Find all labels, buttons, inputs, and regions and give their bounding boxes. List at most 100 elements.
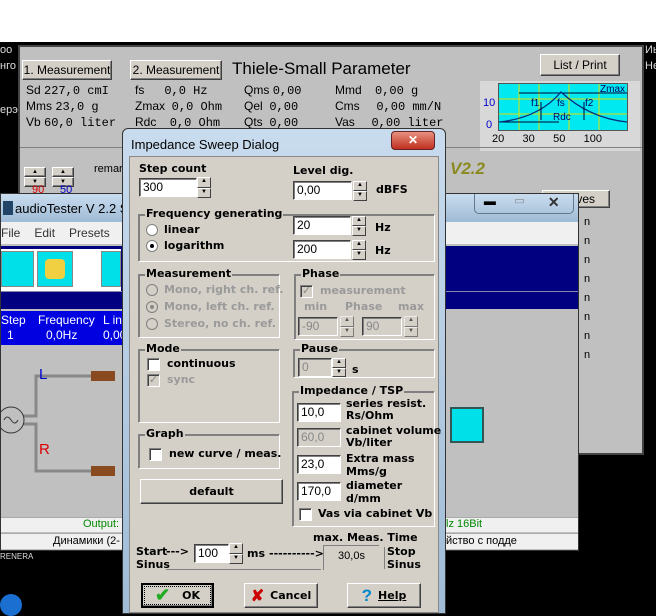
cancel-button[interactable]: ✘ Cancel: [244, 583, 318, 608]
zmax-label: Zmax: [600, 84, 625, 95]
freq-to-input[interactable]: 200: [293, 240, 351, 259]
param-label: Zmax: [135, 99, 165, 113]
mono-right-radio[interactable]: [146, 284, 158, 296]
measurement1-button[interactable]: 1. Measurement: [22, 60, 112, 80]
spectrum-icon[interactable]: [1, 251, 34, 287]
group-title: Phase: [301, 267, 341, 280]
mono-left-radio[interactable]: [146, 301, 158, 313]
pause-spinner[interactable]: ▲ ▼: [332, 358, 346, 377]
sync-checkbox[interactable]: ✓: [147, 374, 160, 387]
logarithm-radio[interactable]: [146, 240, 158, 252]
level-label: Level dig.: [293, 164, 354, 177]
mono-left-label: Mono, left ch. ref.: [164, 300, 275, 313]
step-count-spinner[interactable]: ▲ ▼: [197, 177, 211, 198]
arrow: ---------->: [269, 547, 324, 560]
x-icon: ✘: [250, 587, 265, 605]
maximize-button[interactable]: ▭: [505, 194, 535, 213]
circuit-diagram: [1, 371, 115, 476]
group-title: Frequency generating: [145, 207, 284, 220]
linear-radio[interactable]: [146, 224, 158, 236]
phase-max-spinner[interactable]: ▲ ▼: [404, 316, 418, 337]
measurement2-button[interactable]: 2. Measurement: [130, 60, 222, 80]
minimize-button[interactable]: ▬: [475, 194, 505, 213]
divider: [166, 569, 321, 570]
jack-left-icon: [91, 371, 115, 381]
phase-measurement-checkbox[interactable]: ✓: [300, 285, 313, 298]
phase-min-input[interactable]: -90: [298, 317, 338, 336]
step-count-input[interactable]: 300: [139, 178, 197, 197]
channel-left-label: L: [39, 366, 48, 383]
step-count-label: Step count: [139, 162, 207, 175]
param-value: 60,0 liter: [44, 116, 117, 130]
menu-edit[interactable]: Edit: [34, 226, 55, 240]
group-title: Measurement: [145, 267, 233, 280]
freq-from-input[interactable]: 20: [293, 216, 351, 235]
close-button[interactable]: ✕: [534, 194, 573, 213]
window-title: audioTester V 2.2 SH: [15, 201, 138, 216]
ok-label: OK: [182, 589, 200, 602]
list-item: n: [584, 292, 591, 304]
params-table: Sd 227,0 cmI Mms 23,0 g Vb 60,0 liter fs…: [22, 83, 482, 133]
speaker-icon[interactable]: [37, 251, 73, 287]
extra-mass-input[interactable]: 23,0: [297, 455, 341, 474]
divider: [384, 547, 385, 569]
freq-to-spinner[interactable]: ▲ ▼: [352, 240, 366, 260]
impedance-tool-icon[interactable]: [101, 251, 121, 287]
param-label: Vas: [335, 115, 355, 129]
menu-presets[interactable]: Presets: [69, 226, 110, 240]
start-ms-spinner[interactable]: ▲ ▼: [229, 543, 243, 564]
param-value: 0,0 Hz: [164, 84, 208, 98]
param-value: 23,0 g: [55, 100, 99, 114]
dialog-close-button[interactable]: ✕: [391, 131, 435, 150]
x-tick: 20: [492, 133, 505, 145]
menu-file[interactable]: File: [1, 226, 20, 240]
output-format: lz 16Bit: [446, 518, 483, 530]
default-button[interactable]: default: [140, 479, 283, 504]
new-curve-checkbox[interactable]: [149, 448, 162, 461]
impedance-graph-icon[interactable]: [450, 407, 484, 443]
fs-label: fs: [557, 98, 565, 109]
ms-label: ms: [247, 547, 266, 560]
freq-from-spinner[interactable]: ▲ ▼: [352, 216, 366, 236]
desktop-text: ерэ: [0, 104, 18, 116]
continuous-checkbox[interactable]: [147, 358, 160, 371]
help-button[interactable]: ? Help: [347, 583, 421, 608]
pause-input[interactable]: 0: [298, 358, 332, 377]
vas-via-cabinet-checkbox[interactable]: [299, 508, 312, 521]
impedance-sweep-dialog: Impedance Sweep Dialog ✕ Step count 300 …: [122, 128, 446, 614]
app-icon: [3, 201, 13, 215]
desktop-top: [0, 0, 656, 42]
param-value: 0,00: [272, 84, 302, 98]
param-value: 0,00 g: [375, 84, 419, 98]
phase-min-spinner[interactable]: ▲ ▼: [340, 316, 354, 337]
param-value: 0,0 Ohm: [171, 100, 223, 114]
diameter-input[interactable]: 170,0: [297, 482, 341, 501]
level-spinner[interactable]: ▲ ▼: [353, 181, 367, 201]
phase-max-input[interactable]: 90: [362, 317, 402, 336]
toolbar: [1, 249, 121, 291]
list-print-button[interactable]: List / Print: [540, 54, 620, 76]
spin-up[interactable]: ▲: [52, 167, 74, 177]
spin-up[interactable]: ▲: [24, 167, 46, 177]
desktop-text: Не: [645, 60, 656, 72]
start-ms-input[interactable]: 100: [194, 544, 229, 563]
question-icon: ?: [361, 585, 373, 605]
n-list: nnnnnnnn: [584, 213, 590, 365]
impedance-graph: Zmax f1 fs f2 Rdc: [498, 83, 628, 131]
dialog-body: Step count 300 ▲ ▼ Level dig. 0,00 ▲ ▼ dBF…: [129, 156, 441, 613]
max-time-value: 30,0s: [323, 545, 379, 570]
ok-button[interactable]: ✔ OK: [141, 583, 214, 608]
stereo-radio[interactable]: [146, 318, 158, 330]
group-title: Mode: [145, 342, 181, 355]
desktop-app-icon[interactable]: [0, 594, 22, 616]
list-item: n: [584, 273, 591, 285]
series-resist-input[interactable]: 10,0: [297, 403, 341, 422]
label-line: Rs/Ohm: [346, 409, 394, 422]
device-left: Динамики (2-: [53, 535, 120, 547]
frequency-value: 0,0Hz: [46, 328, 78, 342]
help-label: Help: [378, 589, 407, 602]
cabinet-volume-input[interactable]: 60,0: [297, 428, 341, 447]
level-input[interactable]: 0,00: [293, 181, 352, 200]
new-curve-label: new curve / meas.: [169, 447, 282, 460]
start-sinus-label: Sinus: [136, 558, 170, 571]
